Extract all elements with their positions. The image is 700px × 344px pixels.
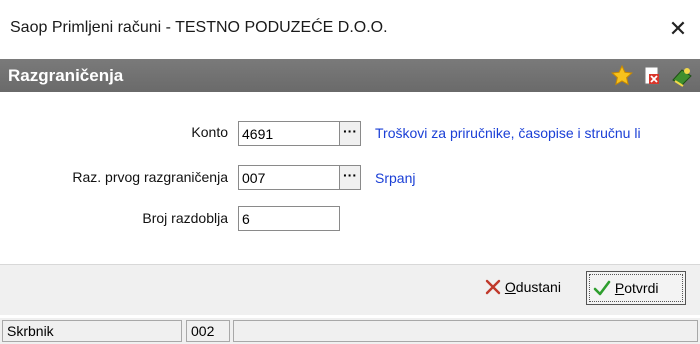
prvo-razgranicenje-label: Raz. prvog razgraničenja [72,169,228,185]
confirm-button[interactable]: Potvrdi [586,271,686,305]
status-bar: Skrbnik 002 [0,318,700,344]
star-icon[interactable] [610,64,634,88]
konto-input[interactable] [238,121,340,146]
window-title: Saop Primljeni računi - TESTNO PODUZEĆE … [10,19,388,36]
delete-document-icon[interactable] [640,64,664,88]
title-bar: Saop Primljeni računi - TESTNO PODUZEĆE … [0,0,700,58]
cancel-label: dustani [515,279,561,295]
cancel-mnemonic: O [504,279,516,295]
button-bar: Odustani Potvrdi [0,264,700,315]
konto-label: Konto [191,124,228,140]
confirm-label: otvrdi [624,280,659,296]
x-icon [485,279,501,295]
book-icon[interactable] [670,64,694,88]
prvo-razgranicenje-lookup-button[interactable]: ··· [339,165,361,190]
broj-razdoblja-input[interactable] [238,206,340,231]
konto-description: Troškovi za priručnike, časopise i struč… [375,125,641,141]
close-icon[interactable]: ✕ [660,12,696,46]
prvo-razgranicenje-input[interactable] [238,165,340,190]
cancel-button[interactable]: Odustani [481,273,565,307]
confirm-mnemonic: P [614,280,625,296]
konto-lookup-button[interactable]: ··· [339,121,361,146]
broj-razdoblja-label: Broj razdoblja [142,210,228,226]
section-title: Razgraničenja [8,66,124,85]
check-icon [593,280,611,296]
status-code: 002 [186,320,230,342]
status-extra [233,320,698,342]
prvo-razgranicenje-description: Srpanj [375,170,416,186]
status-label: Skrbnik [2,320,182,342]
section-header: Razgraničenja [0,59,700,92]
form-panel: Konto ··· Troškovi za priručnike, časopi… [0,92,700,264]
